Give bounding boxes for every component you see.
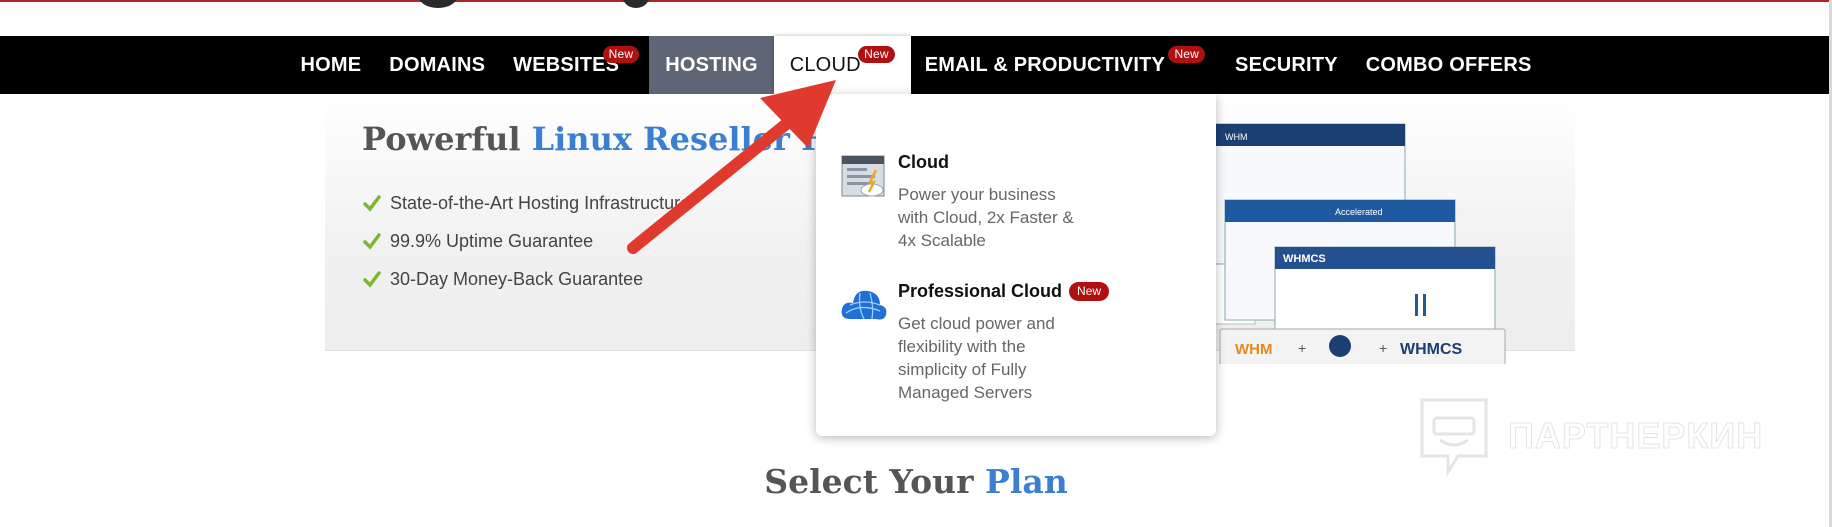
svg-text:WHMCS: WHMCS	[1400, 341, 1463, 358]
nav-domains[interactable]: DOMAINS	[375, 36, 499, 94]
svg-text:Accelerated: Accelerated	[1335, 207, 1383, 217]
nav-hosting[interactable]: HOSTING	[649, 36, 774, 94]
nav-combo-offers[interactable]: COMBO OFFERS	[1352, 36, 1546, 94]
main-navbar: HOME DOMAINS WEBSITES New HOSTING CLOUD …	[0, 36, 1832, 94]
cpanel-whm-screenshots-illustration: WHM Accelerated WHMCS WHM + + WHMCS	[1165, 123, 1506, 364]
logo-fragment-left	[418, 0, 458, 8]
checkmark-icon	[363, 271, 381, 288]
new-badge: New	[1069, 282, 1110, 301]
feature-item: 99.9% Uptime Guarantee	[363, 222, 690, 260]
hero-title: Powerful Linux Reseller Ho	[362, 120, 853, 158]
new-badge: New	[602, 46, 640, 63]
feature-list: State-of-the-Art Hosting Infrastructure …	[363, 184, 690, 298]
dropdown-item-text: Cloud Power your business with Cloud, 2x…	[898, 152, 1088, 252]
dropdown-item-professional-cloud[interactable]: Professional Cloud New Get cloud power a…	[840, 281, 1110, 404]
dropdown-item-text: Professional Cloud New Get cloud power a…	[898, 281, 1110, 404]
checkmark-icon	[363, 233, 381, 250]
svg-text:WHM: WHM	[1225, 132, 1248, 142]
nav-security[interactable]: SECURITY	[1221, 36, 1352, 94]
logo-fragment-right	[622, 0, 650, 8]
svg-text:WHM: WHM	[1235, 341, 1273, 358]
cloud-server-icon	[841, 155, 885, 197]
svg-text:WHMCS: WHMCS	[1283, 253, 1326, 265]
new-badge: New	[1168, 46, 1206, 63]
feature-item: 30-Day Money-Back Guarantee	[363, 260, 690, 298]
svg-text:+: +	[1298, 340, 1306, 356]
nav-home[interactable]: HOME	[286, 36, 375, 94]
cloud-dropdown-menu: Cloud Power your business with Cloud, 2x…	[816, 94, 1216, 436]
dropdown-item-title: Professional Cloud New	[898, 281, 1110, 302]
nav-email-productivity[interactable]: EMAIL & PRODUCTIVITY New	[911, 36, 1221, 94]
feature-item: State-of-the-Art Hosting Infrastructure	[363, 184, 690, 222]
svg-text:+: +	[1379, 340, 1387, 356]
blue-cloud-icon	[841, 290, 887, 320]
watermark-text: ПАРТНЕРКИН	[1507, 415, 1764, 457]
nav-cloud[interactable]: CLOUD New	[773, 36, 911, 94]
watermark: ПАРТНЕРКИН	[1418, 396, 1763, 476]
top-border	[0, 0, 1832, 2]
new-badge: New	[858, 46, 895, 63]
dropdown-item-description: Power your business with Cloud, 2x Faste…	[898, 185, 1074, 250]
nav-websites[interactable]: WEBSITES New	[499, 36, 649, 94]
dropdown-item-cloud[interactable]: Cloud Power your business with Cloud, 2x…	[840, 152, 1088, 252]
checkmark-icon	[363, 195, 381, 212]
watermark-logo-icon	[1420, 398, 1488, 476]
dropdown-item-description: Get cloud power and flexibility with the…	[898, 314, 1055, 402]
dropdown-item-title: Cloud	[898, 152, 949, 172]
